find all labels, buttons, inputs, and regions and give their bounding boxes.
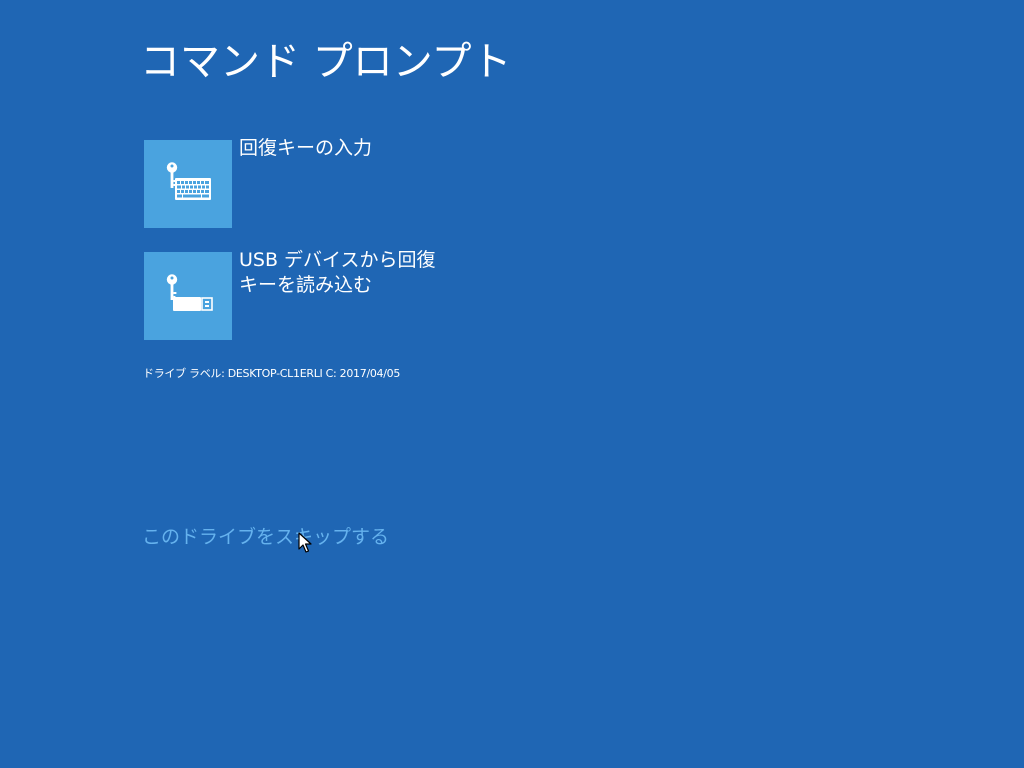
- page-title: コマンド プロンプト: [140, 39, 512, 85]
- key-usb-icon: [166, 274, 213, 311]
- load-key-from-usb-tile[interactable]: [144, 252, 232, 340]
- key-keyboard-icon: [166, 162, 211, 200]
- drive-label: ドライブ ラベル: DESKTOP-CL1ERLI C: 2017/04/05: [143, 367, 401, 380]
- enter-recovery-key-option[interactable]: 回復キーの入力: [144, 137, 474, 228]
- load-key-from-usb-label: USB デバイスから回復キーを読み込む: [239, 249, 436, 296]
- load-key-from-usb-option[interactable]: USB デバイスから回復キーを読み込む: [144, 249, 474, 340]
- enter-recovery-key-label: 回復キーの入力: [239, 137, 373, 159]
- mouse-cursor-icon: [298, 532, 312, 553]
- enter-recovery-key-tile[interactable]: [144, 140, 232, 228]
- skip-drive-link[interactable]: このドライブをスキップする: [142, 524, 389, 550]
